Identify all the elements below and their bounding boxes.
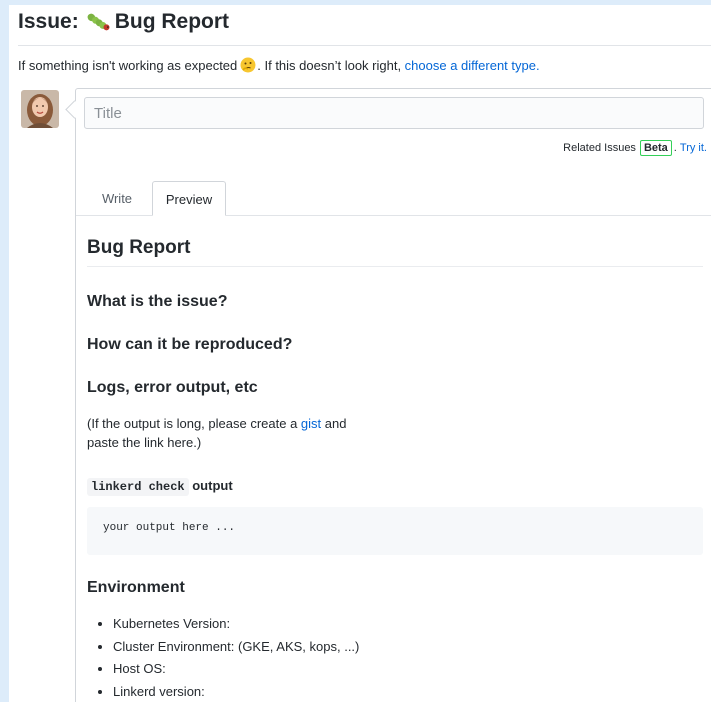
section-logs: Logs, error output, etc	[87, 379, 258, 396]
preview-heading: Bug Report	[87, 235, 703, 267]
list-item: Kubernetes Version:	[113, 613, 359, 636]
subtitle-text-2: . If this doesn’t look right,	[257, 58, 405, 73]
list-item: Host OS:	[113, 658, 359, 681]
issue-type-title: Bug Report	[114, 10, 230, 33]
section-how-reproduced: How can it be reproduced?	[87, 336, 293, 353]
tab-write[interactable]: Write	[89, 181, 145, 216]
output-code-block: your output here ...	[87, 507, 703, 555]
issue-title-input[interactable]	[84, 97, 704, 129]
caterpillar-icon	[85, 11, 111, 33]
beta-badge: Beta	[639, 140, 672, 156]
logs-instructions: (If the output is long, please create a …	[87, 414, 346, 452]
section-what-is-issue: What is the issue?	[87, 293, 228, 310]
list-item: Linkerd version:	[113, 681, 359, 702]
logs-text-2: and	[321, 416, 347, 431]
section-environment: Environment	[87, 579, 185, 596]
check-output-label: output	[188, 478, 233, 493]
page-title: Issue: Bug Report	[18, 9, 229, 35]
subtitle-text: If something isn't working as expected	[18, 58, 238, 73]
avatar[interactable]	[21, 90, 59, 128]
choose-different-type-link[interactable]: choose a different type.	[405, 58, 540, 73]
environment-list: Kubernetes Version: Cluster Environment:…	[87, 613, 359, 702]
issue-page: Issue: Bug Report If something isn't wor…	[9, 5, 711, 702]
list-item: Cluster Environment: (GKE, AKS, kops, ..…	[113, 636, 359, 659]
thinking-face-icon	[240, 57, 256, 73]
gist-link[interactable]: gist	[301, 416, 321, 431]
markdown-preview: Bug Report What is the issue? How can it…	[87, 235, 703, 699]
check-command-code: linkerd check	[87, 478, 189, 496]
issue-template-description: If something isn't working as expected . …	[18, 57, 540, 75]
related-issues-label: Related Issues	[563, 142, 636, 154]
check-output-heading: linkerd check output	[87, 476, 233, 497]
issue-prefix: Issue:	[18, 10, 79, 33]
title-divider	[18, 45, 711, 46]
related-issues: Related Issues Beta . Try it.	[563, 139, 707, 157]
logs-text-1: (If the output is long, please create a	[87, 416, 301, 431]
logs-text-3: paste the link here.)	[87, 435, 202, 450]
try-it-link[interactable]: Try it.	[680, 139, 707, 157]
tab-preview[interactable]: Preview	[152, 181, 226, 216]
